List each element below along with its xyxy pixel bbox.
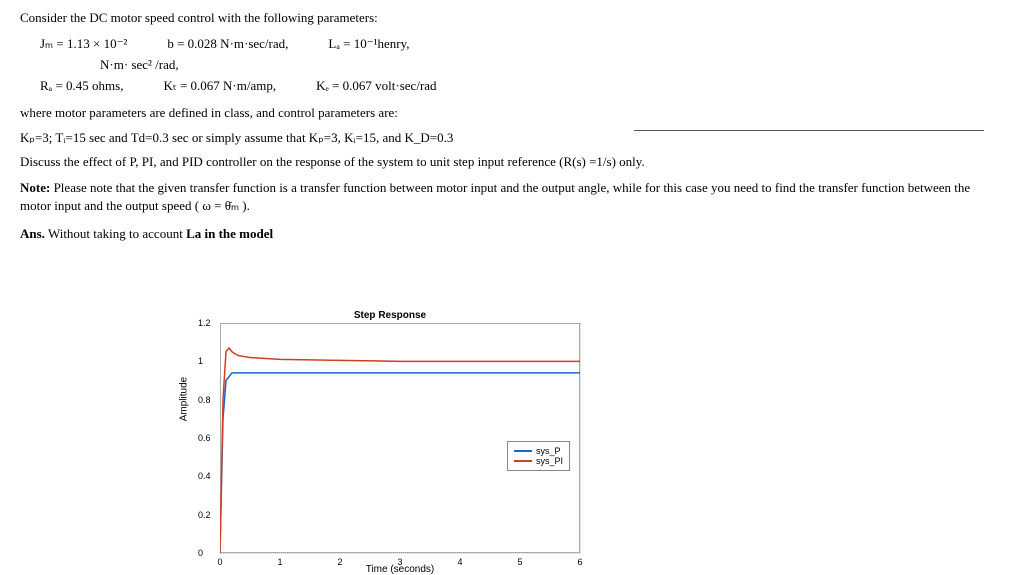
y-tick: 0.8: [198, 395, 211, 405]
legend-swatch-sysP: [514, 450, 532, 452]
plot-curves: [220, 323, 580, 553]
x-tick: 0: [217, 557, 222, 567]
answer-label: Ans.: [20, 226, 45, 241]
y-tick: 0: [198, 548, 203, 558]
param-Jm: Jₘ = 1.13 × 10⁻²: [40, 34, 127, 55]
grid-horizontal: [220, 553, 580, 554]
y-tick: 0.4: [198, 471, 211, 481]
y-tick: 0.2: [198, 510, 211, 520]
x-tick: 5: [517, 557, 522, 567]
x-tick: 3: [397, 557, 402, 567]
x-tick: 1: [277, 557, 282, 567]
divider-line: [634, 130, 984, 131]
param-Kt: Kₜ = 0.067 N·m/amp,: [163, 76, 276, 97]
param-Ke: Kₑ = 0.067 volt·sec/rad: [316, 76, 436, 97]
x-tick: 6: [577, 557, 582, 567]
note-body: Please note that the given transfer func…: [20, 180, 970, 213]
where-text: where motor parameters are defined in cl…: [20, 104, 1004, 122]
discuss-text: Discuss the effect of P, PI, and PID con…: [20, 153, 1004, 171]
answer-bold: La in the model: [186, 226, 273, 241]
param-La: Lₐ = 10⁻¹henry,: [328, 34, 409, 55]
legend: sys_P sys_PI: [507, 441, 570, 471]
intro-text: Consider the DC motor speed control with…: [20, 10, 1004, 26]
control-params: Kₚ=3; Tᵢ=15 sec and Td=0.3 sec or simply…: [20, 129, 1004, 147]
answer-text: Without taking to account: [45, 226, 186, 241]
x-tick: 2: [337, 557, 342, 567]
x-tick: 4: [457, 557, 462, 567]
param-b: b = 0.028 N·m·sec/rad,: [167, 34, 288, 55]
y-axis-label: Amplitude: [179, 377, 190, 421]
note-label: Note:: [20, 180, 50, 195]
chart-title: Step Response: [180, 310, 600, 321]
param-Jm-units: N·m· sec² /rad,: [100, 55, 1004, 76]
legend-label-sysP: sys_P: [536, 446, 561, 456]
plot-area: sys_P sys_PI Amplitude Time (seconds) 01…: [220, 323, 580, 553]
legend-swatch-sysPI: [514, 460, 532, 462]
grid-vertical: [580, 323, 581, 553]
y-tick: 0.6: [198, 433, 211, 443]
legend-item-sysPI: sys_PI: [514, 456, 563, 466]
param-Ra: Rₐ = 0.45 ohms,: [40, 76, 123, 97]
answer-line: Ans. Without taking to account La in the…: [20, 225, 1004, 243]
step-response-chart: Step Response sys_P sys_PI Amplitude Tim…: [180, 310, 600, 570]
y-tick: 1.2: [198, 318, 211, 328]
parameters-block: Jₘ = 1.13 × 10⁻² b = 0.028 N·m·sec/rad, …: [40, 34, 1004, 96]
legend-item-sysP: sys_P: [514, 446, 563, 456]
note-paragraph: Note: Please note that the given transfe…: [20, 179, 1004, 215]
y-tick: 1: [198, 356, 203, 366]
legend-label-sysPI: sys_PI: [536, 456, 563, 466]
